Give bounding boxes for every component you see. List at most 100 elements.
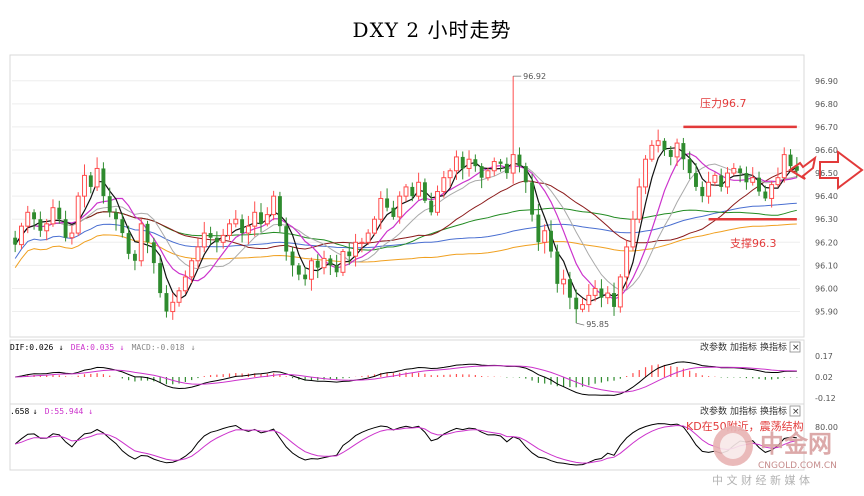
- candle-body: [13, 237, 18, 245]
- macd-value-label-arrow: ↓: [191, 343, 196, 352]
- macd-value-label: MACD:-0.018: [132, 343, 185, 352]
- candle-body: [201, 232, 207, 248]
- candle-body: [378, 197, 384, 220]
- candle-body: [182, 276, 188, 292]
- watermark-brand: 中金网: [760, 430, 832, 458]
- candle-body: [321, 257, 327, 269]
- candle-body: [308, 260, 314, 280]
- candle-body: [636, 186, 642, 220]
- candle-body: [303, 274, 308, 280]
- low-label: 95.85: [586, 320, 609, 329]
- candle-body: [403, 186, 409, 197]
- candle-body: [170, 301, 176, 313]
- candle-body: [510, 154, 516, 174]
- candle-body: [624, 246, 630, 278]
- candle-body: [719, 175, 724, 187]
- kdj-params-button[interactable]: 改参数: [700, 405, 727, 417]
- candle-body: [612, 293, 616, 307]
- candle-body: [271, 195, 277, 216]
- candle-body: [214, 237, 219, 243]
- candle-body: [340, 251, 346, 273]
- candle-body: [781, 154, 787, 179]
- candle-body: [151, 242, 156, 264]
- candle-body: [491, 161, 497, 172]
- macd-dif-label-arrow: ↓: [59, 343, 64, 352]
- kdj-d-label: D:55.944: [45, 407, 84, 416]
- macd-params-button[interactable]: 改参数: [700, 341, 727, 353]
- candle-body: [687, 159, 692, 174]
- candle-body: [284, 226, 289, 252]
- candle-body: [517, 154, 522, 167]
- candle-body: [769, 184, 775, 199]
- y-tick-label: 96.30: [815, 215, 838, 224]
- macd-dif-label: DIF:0.026: [10, 343, 54, 352]
- candle-body: [655, 140, 661, 146]
- candle-body: [290, 251, 295, 266]
- candle-body: [668, 150, 673, 157]
- candle-body: [586, 294, 592, 306]
- macd-dea-label-arrow: ↓: [120, 343, 125, 352]
- candle-body: [599, 288, 604, 298]
- watermark-site: CNGOLD.COM.CN: [758, 461, 837, 471]
- candle-body: [674, 142, 680, 158]
- candle-body: [347, 251, 352, 257]
- candle-body: [353, 241, 359, 257]
- candle-body: [479, 166, 484, 178]
- candle-body: [359, 241, 365, 244]
- macd-dea-label: DEA:0.035: [71, 343, 115, 352]
- y-tick-label: 96.70: [815, 123, 838, 132]
- candle-body: [504, 163, 509, 174]
- candle-body: [725, 172, 730, 188]
- candle-body: [592, 287, 598, 296]
- candle-body: [145, 223, 150, 243]
- candle-body: [580, 304, 585, 310]
- candle-body: [120, 219, 125, 234]
- candle-body: [731, 167, 737, 174]
- candle-body: [536, 214, 541, 243]
- candle-body: [50, 207, 56, 225]
- macd-tick-label: 0.02: [815, 373, 833, 382]
- macd-tick-label: 0.17: [815, 352, 833, 361]
- candle-body: [372, 218, 377, 234]
- y-tick-label: 96.60: [815, 146, 838, 155]
- candle-body: [75, 195, 81, 234]
- y-tick-label: 96.00: [815, 284, 838, 293]
- candle-body: [643, 158, 649, 188]
- candle-body: [259, 212, 263, 224]
- y-tick-label: 95.90: [815, 308, 838, 317]
- kdj-add-indicator-button[interactable]: 加指标: [730, 405, 757, 417]
- candle-body: [57, 207, 62, 220]
- candle-body: [605, 292, 611, 299]
- candle-body: [473, 159, 478, 167]
- candle-body: [410, 186, 415, 197]
- candle-body: [114, 212, 118, 220]
- macd-close-icon: ×: [792, 343, 800, 353]
- kdj-k-label: .658: [10, 407, 29, 416]
- candle-body: [132, 253, 137, 261]
- candle-body: [277, 196, 282, 227]
- candle-body: [164, 293, 169, 312]
- macd-add-indicator-button[interactable]: 加指标: [730, 341, 757, 353]
- candle-body: [694, 173, 698, 187]
- watermark: 中金网 CNGOLD.COM.CN 中 文 财 经 新 媒 体: [712, 426, 837, 487]
- candle-body: [296, 265, 301, 275]
- candle-body: [422, 182, 427, 201]
- candle-body: [649, 144, 655, 160]
- candle-body: [738, 168, 743, 174]
- candle-body: [549, 230, 553, 252]
- kdj-switch-indicator-button[interactable]: 换指标: [760, 405, 787, 417]
- chart: 95.90 96.00 96.10 96.20 96.30 96.40 96.50 96.60…: [9, 54, 864, 487]
- candle-body: [63, 219, 68, 238]
- candle-body: [176, 290, 182, 303]
- candle-body: [397, 195, 403, 218]
- candle-body: [82, 174, 87, 197]
- macd-panel: [9, 339, 805, 405]
- candle-body: [429, 200, 434, 213]
- macd-switch-indicator-button[interactable]: 换指标: [760, 341, 787, 353]
- candle-body: [574, 297, 579, 310]
- candle-body: [245, 225, 251, 234]
- candle-body: [94, 167, 100, 188]
- candle-body: [453, 156, 459, 172]
- candle-body: [233, 218, 239, 225]
- candle-body: [38, 219, 43, 231]
